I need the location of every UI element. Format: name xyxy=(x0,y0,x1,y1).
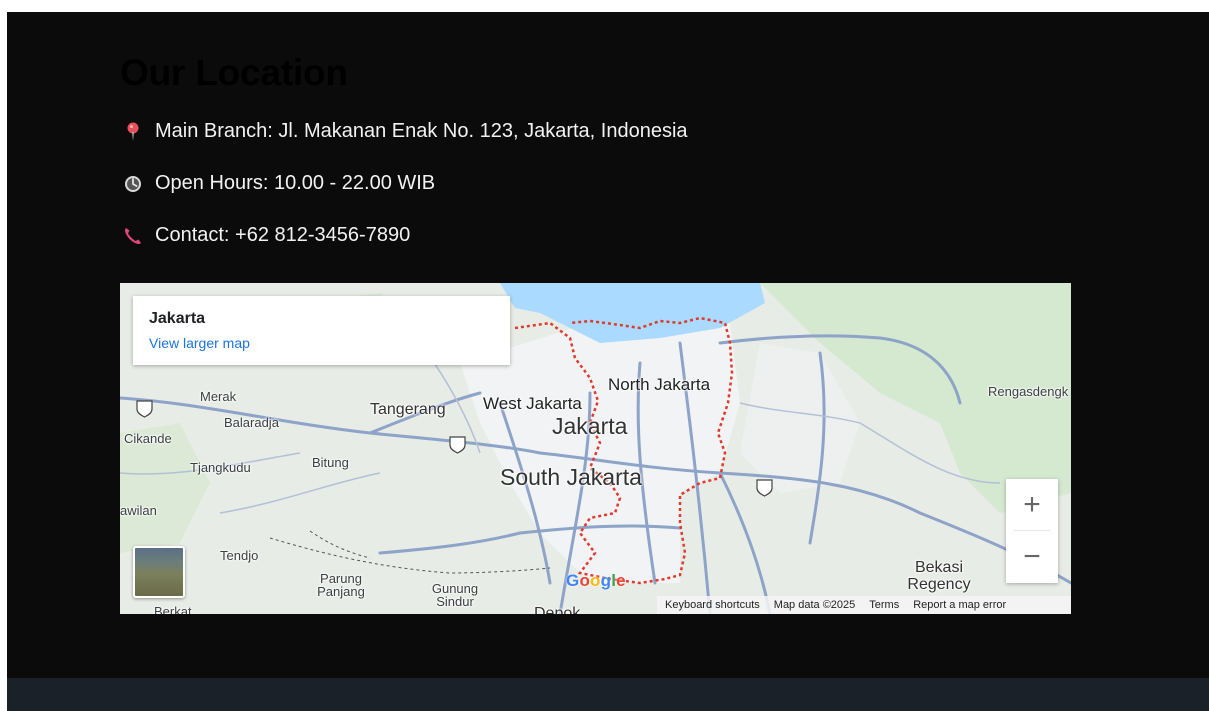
label-tendjo: Tendjo xyxy=(220,548,259,563)
zoom-in-button[interactable]: + xyxy=(1006,479,1058,530)
label-gunung-sindur: Gunung Sindur xyxy=(431,581,479,609)
label-rengasdengk: Rengasdengk xyxy=(988,384,1069,399)
embedded-map[interactable]: North Jakarta West Jakarta Jakarta South… xyxy=(120,283,1071,614)
label-west-jakarta: West Jakarta xyxy=(483,394,582,413)
footer-strip xyxy=(7,678,1209,711)
label-south-jakarta: South Jakarta xyxy=(500,464,642,490)
label-tangerang: Tangerang xyxy=(370,401,446,418)
zoom-control: + − xyxy=(1006,479,1058,583)
google-logo: Google xyxy=(566,571,626,590)
label-bekasi-regency: Bekasi Regency xyxy=(907,559,971,593)
label-bitung: Bitung xyxy=(312,455,349,470)
label-cikande: Cikande xyxy=(124,431,172,446)
place-card: Jakarta View larger map xyxy=(133,296,510,365)
address-text: Main Branch: Jl. Makanan Enak No. 123, J… xyxy=(155,120,688,142)
label-tjangkudu: Tjangkudu xyxy=(190,460,251,475)
label-berkat: Berkat xyxy=(154,604,192,614)
satellite-toggle-thumbnail[interactable] xyxy=(133,546,185,598)
view-larger-map-link[interactable]: View larger map xyxy=(149,335,250,351)
label-depok: Depok xyxy=(534,605,581,614)
place-name: Jakarta xyxy=(149,310,206,327)
map-data-text: Map data ©2025 xyxy=(773,599,856,611)
phone-icon xyxy=(123,226,143,246)
hours-text: Open Hours: 10.00 - 22.00 WIB xyxy=(155,172,436,194)
label-balaradja: Balaradja xyxy=(224,415,279,430)
label-parung-panjang: Parung Panjang xyxy=(317,571,365,599)
label-jakarta: Jakarta xyxy=(552,413,628,439)
info-address: Main Branch: Jl. Makanan Enak No. 123, J… xyxy=(123,120,688,143)
report-map-error-link[interactable]: Report a map error xyxy=(913,599,1006,611)
keyboard-shortcuts-link[interactable]: Keyboard shortcuts xyxy=(665,599,760,611)
label-merak: Merak xyxy=(200,389,237,404)
zoom-out-button[interactable]: − xyxy=(1006,531,1058,582)
section-title: Our Location xyxy=(120,52,348,93)
label-awilan: awilan xyxy=(120,503,157,518)
label-north-jakarta: North Jakarta xyxy=(608,375,711,394)
info-hours: Open Hours: 10.00 - 22.00 WIB xyxy=(123,172,435,195)
clock-icon xyxy=(123,174,143,194)
terms-link[interactable]: Terms xyxy=(869,599,899,611)
map-pin-icon xyxy=(123,122,143,142)
contact-text: Contact: +62 812-3456-7890 xyxy=(155,224,411,246)
map-attribution-bar: Keyboard shortcuts Map data ©2025 Terms … xyxy=(657,596,1071,614)
info-contact: Contact: +62 812-3456-7890 xyxy=(123,224,410,247)
